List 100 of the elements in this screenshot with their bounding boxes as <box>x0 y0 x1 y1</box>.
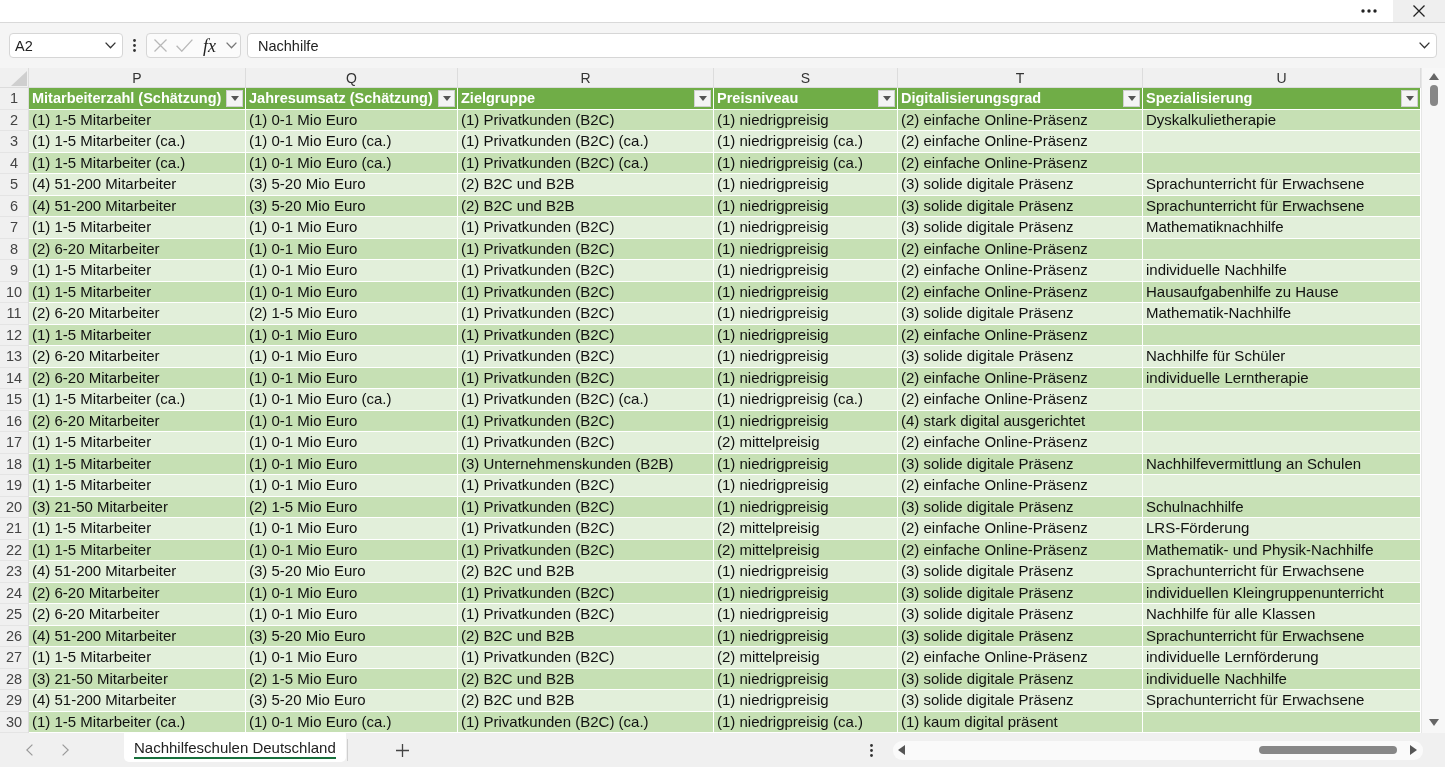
table-cell: (1) niedrigpreisig <box>714 195 898 217</box>
table-cell: (3) solide digitale Präsenz <box>898 303 1143 325</box>
row-number[interactable]: 7 <box>0 217 29 239</box>
caret-down-icon <box>442 95 451 101</box>
table-cell: (2) einfache Online-Präsenz <box>898 518 1143 540</box>
table-cell: (1) niedrigpreisig <box>714 174 898 196</box>
row-number[interactable]: 29 <box>0 690 29 712</box>
row-number[interactable]: 20 <box>0 496 29 518</box>
table-cell: (1) niedrigpreisig <box>714 496 898 518</box>
row-number[interactable]: 30 <box>0 711 29 733</box>
row-number[interactable]: 8 <box>0 238 29 260</box>
table-cell: (4) 51-200 Mitarbeiter <box>29 561 246 583</box>
table-cell: (1) 1-5 Mitarbeiter <box>29 260 246 282</box>
table-cell: (1) niedrigpreisig <box>714 217 898 239</box>
table-cell: Sprachunterricht für Erwachsene <box>1143 195 1421 217</box>
name-box[interactable]: A2 <box>9 33 123 58</box>
table-cell: (2) einfache Online-Präsenz <box>898 475 1143 497</box>
row-number[interactable]: 16 <box>0 410 29 432</box>
table-cell: (2) einfache Online-Präsenz <box>898 260 1143 282</box>
row-number[interactable]: 14 <box>0 367 29 389</box>
table-cell: (1) niedrigpreisig <box>714 346 898 368</box>
row-number[interactable]: 25 <box>0 604 29 626</box>
row-number[interactable]: 5 <box>0 174 29 196</box>
table-cell: (2) einfache Online-Präsenz <box>898 389 1143 411</box>
vertical-dots-icon[interactable] <box>870 743 873 757</box>
sheet-tab[interactable]: Nachhilfeschulen Deutschland <box>124 733 346 762</box>
table-cell: (2) mittelpreisig <box>714 539 898 561</box>
table-cell: (1) niedrigpreisig <box>714 410 898 432</box>
table-cell: (1) niedrigpreisig <box>714 260 898 282</box>
table-cell: (2) B2C und B2B <box>458 561 714 583</box>
row-number[interactable]: 19 <box>0 475 29 497</box>
column-title: Preisniveau <box>717 90 799 107</box>
table-cell: (2) mittelpreisig <box>714 518 898 540</box>
table-cell: (2) 6-20 Mitarbeiter <box>29 238 246 260</box>
table-cell: (1) Privatkunden (B2C) <box>458 539 714 561</box>
triangle-left-icon[interactable] <box>898 745 905 755</box>
row-number[interactable]: 28 <box>0 668 29 690</box>
column-letter[interactable]: T <box>898 68 1143 88</box>
table-cell: (4) 51-200 Mitarbeiter <box>29 625 246 647</box>
table-cell: (1) Privatkunden (B2C) <box>458 432 714 454</box>
table-cell: (2) einfache Online-Präsenz <box>898 432 1143 454</box>
row-number[interactable]: 9 <box>0 260 29 282</box>
filter-button[interactable] <box>878 89 895 107</box>
triangle-up-icon[interactable] <box>1428 73 1439 80</box>
table-cell: Dyskalkulietherapie <box>1143 109 1421 131</box>
row-number[interactable]: 18 <box>0 453 29 475</box>
filter-button[interactable] <box>694 89 711 107</box>
row-number[interactable]: 2 <box>0 109 29 131</box>
row-number[interactable]: 3 <box>0 131 29 153</box>
vertical-scrollbar[interactable] <box>1421 68 1445 733</box>
column-letter[interactable]: P <box>29 68 246 88</box>
horizontal-scrollbar[interactable] <box>893 740 1423 760</box>
close-button[interactable] <box>1393 0 1445 22</box>
row-number[interactable]: 22 <box>0 539 29 561</box>
column-letter[interactable]: Q <box>246 68 458 88</box>
row-number[interactable]: 6 <box>0 195 29 217</box>
table-cell: (2) einfache Online-Präsenz <box>898 367 1143 389</box>
row-number[interactable]: 15 <box>0 389 29 411</box>
table-cell: (2) B2C und B2B <box>458 195 714 217</box>
table-cell: (1) Privatkunden (B2C) <box>458 303 714 325</box>
table-cell: LRS-Förderung <box>1143 518 1421 540</box>
chevron-down-icon <box>105 42 116 49</box>
table-cell: (1) 0-1 Mio Euro (ca.) <box>246 711 458 733</box>
row-number[interactable]: 23 <box>0 561 29 583</box>
triangle-right-icon[interactable] <box>1410 745 1417 755</box>
table-cell: (1) 0-1 Mio Euro <box>246 647 458 669</box>
table-cell: (2) mittelpreisig <box>714 647 898 669</box>
vertical-dots-icon[interactable] <box>133 39 136 52</box>
row-number[interactable]: 17 <box>0 432 29 454</box>
table-cell: (1) 1-5 Mitarbeiter <box>29 453 246 475</box>
row-number[interactable]: 13 <box>0 346 29 368</box>
insert-function-button[interactable]: fx <box>202 35 217 56</box>
table-cell: (1) Privatkunden (B2C) <box>458 367 714 389</box>
column-letter[interactable]: R <box>458 68 714 88</box>
row-number[interactable]: 26 <box>0 625 29 647</box>
filter-button[interactable] <box>226 89 243 107</box>
row-number[interactable]: 11 <box>0 303 29 325</box>
column-letter[interactable]: S <box>714 68 898 88</box>
table-cell: (4) 51-200 Mitarbeiter <box>29 195 246 217</box>
filter-button[interactable] <box>1401 89 1418 107</box>
row-number[interactable]: 24 <box>0 582 29 604</box>
triangle-down-icon[interactable] <box>1428 719 1439 726</box>
plus-icon[interactable] <box>395 743 409 757</box>
filter-button[interactable] <box>438 89 455 107</box>
row-number[interactable]: 10 <box>0 281 29 303</box>
column-letter[interactable]: U <box>1143 68 1421 88</box>
row-number[interactable]: 21 <box>0 518 29 540</box>
row-number[interactable]: 27 <box>0 647 29 669</box>
table-cell: (2) 1-5 Mio Euro <box>246 303 458 325</box>
filter-button[interactable] <box>1123 89 1140 107</box>
table-cell: (2) 6-20 Mitarbeiter <box>29 410 246 432</box>
row-number[interactable]: 1 <box>0 88 29 110</box>
formula-field[interactable]: Nachhilfe <box>247 33 1437 58</box>
table-cell: (3) 5-20 Mio Euro <box>246 561 458 583</box>
table-cell: (2) B2C und B2B <box>458 690 714 712</box>
scrollbar-thumb[interactable] <box>1429 85 1438 106</box>
row-number[interactable]: 12 <box>0 324 29 346</box>
row-number[interactable]: 4 <box>0 152 29 174</box>
scrollbar-thumb[interactable] <box>1259 746 1397 754</box>
table-cell: (2) einfache Online-Präsenz <box>898 647 1143 669</box>
